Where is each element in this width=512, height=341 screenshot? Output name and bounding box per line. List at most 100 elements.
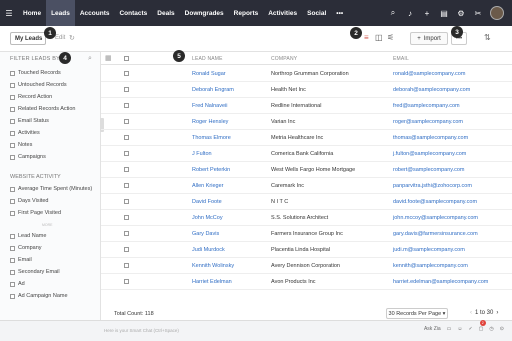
row-checkbox[interactable] [124, 135, 129, 140]
checkbox[interactable] [10, 269, 15, 275]
filter-item[interactable]: First Page Visited [10, 210, 61, 216]
filter-item[interactable]: Ad Campaign Name [10, 293, 68, 299]
lead-name-link[interactable]: John McCoy [192, 215, 223, 221]
list-view-icon[interactable]: ≡ [364, 33, 369, 42]
lead-name-link[interactable]: Kennith Wolinsky [192, 263, 234, 269]
checkbox[interactable] [10, 82, 15, 88]
view-selector[interactable]: My Leads [10, 32, 46, 45]
row-checkbox[interactable] [124, 247, 129, 252]
email-link[interactable]: robert@samplecompany.com [393, 167, 465, 173]
table-row[interactable]: Roger Hensley Varian Inc roger@samplecompa… [101, 114, 512, 130]
row-checkbox[interactable] [124, 119, 129, 124]
row-checkbox[interactable] [124, 71, 129, 76]
lead-name-link[interactable]: Allen Krieger [192, 183, 224, 189]
notifications-icon[interactable]: ▢ 2 [479, 320, 486, 332]
table-row[interactable]: J Fulton Comerica Bank California j.fulton… [101, 146, 512, 162]
email-link[interactable]: fred@samplecompany.com [393, 103, 460, 109]
filter-item[interactable]: Secondary Email [10, 269, 60, 275]
table-row[interactable]: Fred Nalnaveii Redline International fred@… [101, 98, 512, 114]
checkbox[interactable] [10, 281, 15, 287]
filter-item[interactable]: Average Time Spent (Minutes) [10, 186, 92, 192]
filter-item[interactable]: Company [10, 245, 42, 251]
row-checkbox[interactable] [124, 151, 129, 156]
email-link[interactable]: thomas@samplecompany.com [393, 135, 468, 141]
row-checkbox[interactable] [124, 231, 129, 236]
kanban-view-icon[interactable]: ◫ [375, 33, 383, 42]
table-row[interactable]: Kennith Wolinsky Avery Dennison Corporati… [101, 258, 512, 274]
checkbox[interactable] [10, 210, 15, 216]
table-row[interactable]: John McCoy S.S. Solutions Architect john.m… [101, 210, 512, 226]
email-link[interactable]: judi.m@samplecompany.com [393, 247, 465, 253]
checkbox[interactable] [10, 257, 15, 263]
filter-item[interactable]: Related Records Action [10, 106, 75, 112]
lead-name-link[interactable]: Fred Nalnaveii [192, 103, 227, 109]
search-icon[interactable]: ⌕ [388, 8, 398, 18]
checkbox[interactable] [10, 70, 15, 76]
settings-icon[interactable]: ⚙ [456, 9, 466, 18]
lead-name-link[interactable]: Deborah Engram [192, 87, 234, 93]
search-icon[interactable]: ⌕ [88, 55, 92, 63]
row-checkbox[interactable] [124, 199, 129, 204]
tools-icon[interactable]: ✂ [473, 9, 483, 18]
plus-icon[interactable]: + [422, 9, 432, 18]
table-row[interactable]: Gary Davis Farmers Insurance Group Inc gar… [101, 226, 512, 242]
nav-tab-contacts[interactable]: Contacts [114, 0, 152, 26]
table-row[interactable]: Harriet Edelman Avon Products Inc harriet.… [101, 274, 512, 290]
email-link[interactable]: david.foote@samplecompany.com [393, 199, 477, 205]
filter-item[interactable]: Ad [10, 281, 25, 287]
lead-name-link[interactable]: Ronald Sugar [192, 71, 226, 77]
row-checkbox[interactable] [124, 279, 129, 284]
records-per-page-select[interactable]: 30 Records Per Page ▾ [386, 308, 448, 319]
nav-tab-activities[interactable]: Activities [263, 0, 302, 26]
row-checkbox[interactable] [124, 103, 129, 108]
email-link[interactable]: john.mccoy@samplecompany.com [393, 215, 478, 221]
checkbox[interactable] [10, 142, 15, 148]
calendar-icon[interactable]: ▤ [439, 9, 449, 18]
email-link[interactable]: gary.davis@farmersinsurance.com [393, 231, 478, 237]
table-row[interactable]: Allen Krieger Caremark Inc panparvitra.jst… [101, 178, 512, 194]
contacts-icon[interactable]: ☺ [457, 326, 462, 332]
bell-icon[interactable]: ♪ [405, 9, 415, 18]
row-checkbox[interactable] [124, 87, 129, 92]
nav-tab-reports[interactable]: Reports [229, 0, 264, 26]
checkbox[interactable] [10, 233, 15, 239]
nav-tab-home[interactable]: Home [18, 0, 46, 26]
checkbox[interactable] [10, 245, 15, 251]
email-link[interactable]: ronald@samplecompany.com [393, 71, 465, 77]
table-row[interactable]: Robert Peterkin West Wells Fargo Home Mor… [101, 162, 512, 178]
lead-name-link[interactable]: Thomas Elmore [192, 135, 231, 141]
email-link[interactable]: kennith@samplecompany.com [393, 263, 468, 269]
filter-item[interactable]: Lead Name [10, 233, 46, 239]
smart-chat-input[interactable]: Here is your Smart Chat (Ctrl+Space) [104, 328, 179, 333]
nav-tab-social[interactable]: Social [302, 0, 331, 26]
checkbox[interactable] [10, 198, 15, 204]
checkbox[interactable] [10, 186, 15, 192]
lead-name-link[interactable]: Harriet Edelman [192, 279, 232, 285]
filter-item[interactable]: Days Visited [10, 198, 48, 204]
lead-name-link[interactable]: J Fulton [192, 151, 212, 157]
ask-zia-button[interactable]: Ask Zia [424, 326, 441, 332]
column-header-email[interactable]: EMAIL [393, 56, 409, 62]
filter-item[interactable]: Touched Records [10, 70, 61, 76]
lead-name-link[interactable]: Judi Murdock [192, 247, 225, 253]
nav-tab-downgrades[interactable]: Downgrades [180, 0, 229, 26]
chat-icon[interactable]: ▭ [447, 326, 452, 332]
filter-icon[interactable]: ⚟ [387, 33, 394, 42]
edit-view-link[interactable]: Edit [55, 35, 65, 41]
checkbox[interactable] [10, 106, 15, 112]
checkbox[interactable] [10, 293, 15, 299]
nav-tab-leads[interactable]: Leads [46, 0, 75, 26]
filter-item[interactable]: Record Action [10, 94, 52, 100]
checkbox[interactable] [10, 118, 15, 124]
lead-name-link[interactable]: David Foote [192, 199, 222, 205]
column-settings-icon[interactable]: ▦ [105, 54, 112, 62]
lead-name-link[interactable]: Gary Davis [192, 231, 219, 237]
column-header-lead-name[interactable]: LEAD NAME [192, 56, 223, 62]
nav-more-button[interactable]: ••• [331, 0, 348, 26]
checkbox[interactable] [10, 154, 15, 160]
filter-item[interactable]: Activities [10, 130, 40, 136]
hamburger-menu-icon[interactable]: ☰ [0, 0, 18, 26]
column-header-company[interactable]: COMPANY [271, 56, 297, 62]
clock-icon[interactable]: ◷ [489, 326, 493, 332]
nav-tab-accounts[interactable]: Accounts [75, 0, 115, 26]
